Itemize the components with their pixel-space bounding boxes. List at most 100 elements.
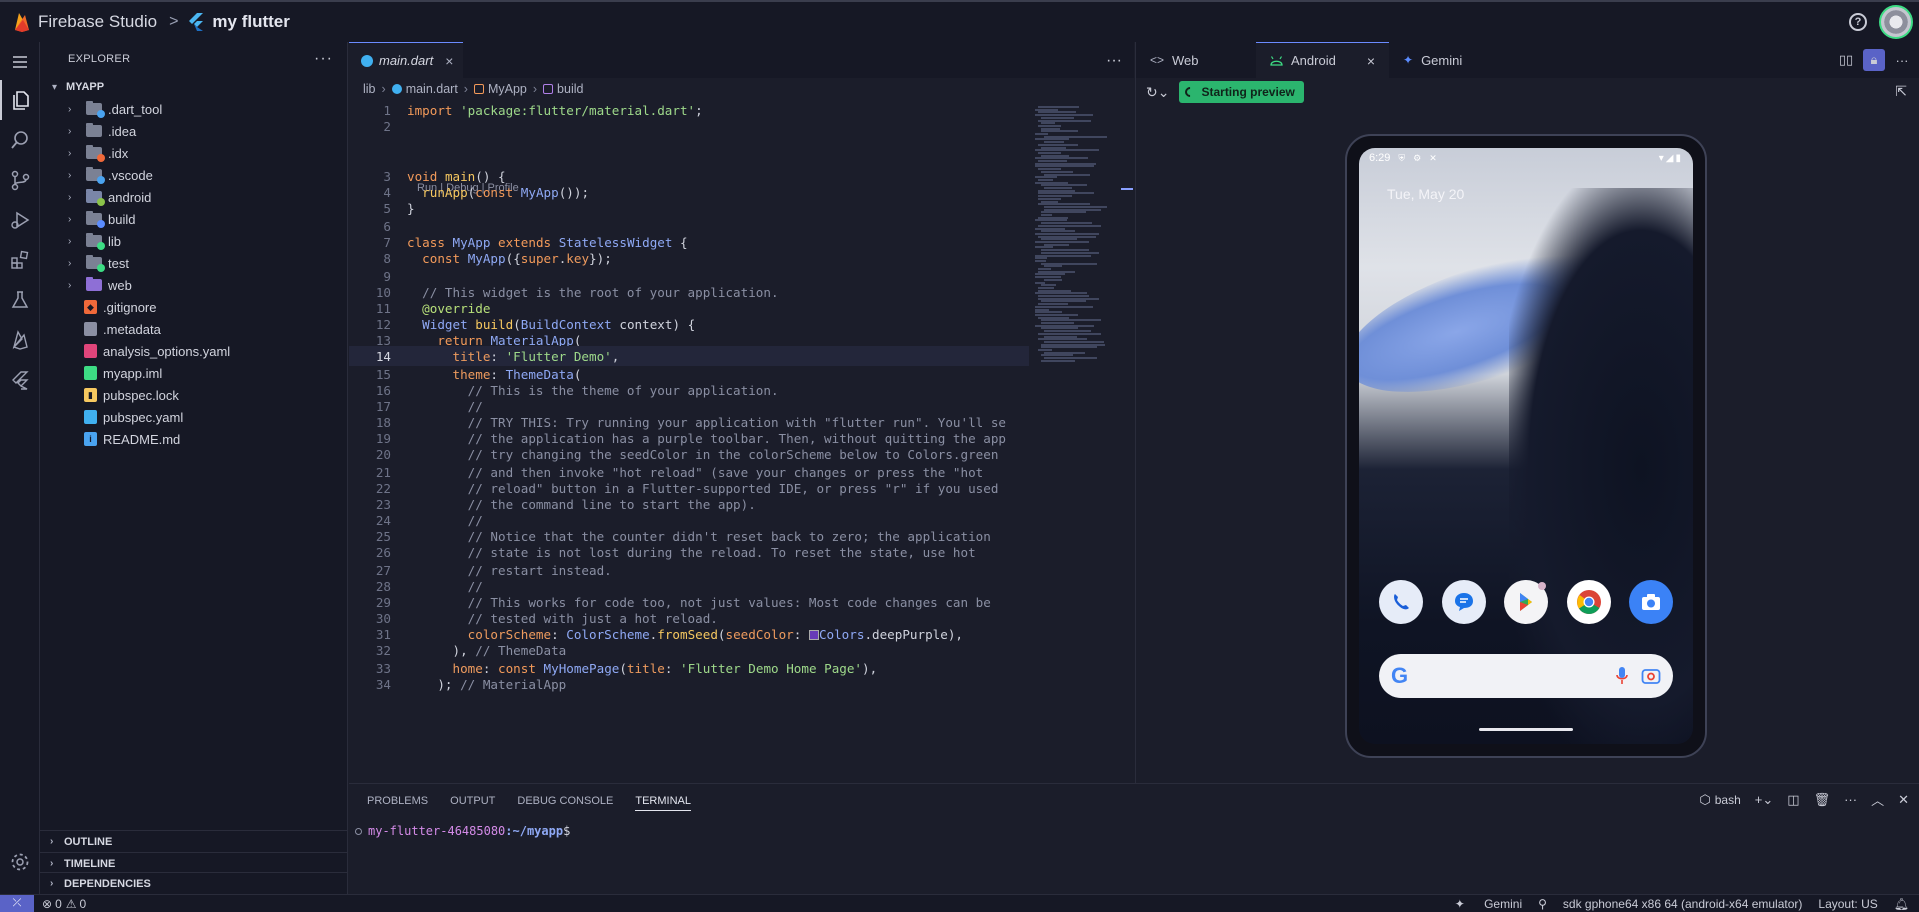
panel-more-icon[interactable]: ···: [1844, 792, 1857, 807]
gemini-sparkle-icon: ✦: [1454, 897, 1465, 911]
testing-flask-icon[interactable]: [0, 280, 40, 320]
chevron-right-icon: ›: [463, 82, 468, 96]
close-icon[interactable]: ×: [1367, 53, 1375, 69]
run-debug-icon[interactable]: [0, 200, 40, 240]
lock-icon[interactable]: 🔒︎: [1863, 49, 1885, 71]
tab-problems[interactable]: PROBLEMS: [367, 784, 428, 818]
flutter-icon[interactable]: [0, 360, 40, 400]
extensions-icon[interactable]: [0, 240, 40, 280]
tree-item-label: README.md: [103, 431, 181, 447]
tab-terminal[interactable]: TERMINAL: [635, 791, 691, 811]
folder-item[interactable]: › android: [40, 186, 347, 208]
search-icon[interactable]: [0, 120, 40, 160]
remote-indicator-icon[interactable]: ⤫: [0, 894, 34, 912]
google-search-bar[interactable]: G: [1379, 654, 1673, 698]
editor-more-icon[interactable]: ···: [1106, 52, 1122, 70]
code-line: 26 // state is not lost during the reloa…: [375, 544, 976, 560]
file-item[interactable]: ◆ .gitignore: [40, 296, 347, 318]
file-item[interactable]: ▮ pubspec.lock: [40, 384, 347, 406]
timeline-section[interactable]: › TIMELINE: [40, 852, 348, 874]
explorer-icon[interactable]: [0, 80, 40, 120]
file-item[interactable]: pubspec.yaml: [40, 406, 347, 428]
chevron-right-icon: ›: [68, 103, 72, 115]
split-view-icon[interactable]: ▯▯: [1835, 49, 1857, 71]
microphone-icon[interactable]: [1615, 666, 1629, 686]
firebase-icon[interactable]: [0, 320, 40, 360]
minimap-line: [1035, 254, 1091, 257]
folder-item[interactable]: › web: [40, 274, 347, 296]
terminal-prompt[interactable]: my-flutter-46485080:~/myapp$: [355, 824, 570, 838]
folder-item[interactable]: › build: [40, 208, 347, 230]
trash-icon[interactable]: 🗑︎: [1814, 792, 1831, 808]
minimap[interactable]: [1035, 100, 1125, 370]
minimap-line: [1041, 211, 1087, 214]
play-store-app-icon[interactable]: [1504, 580, 1548, 624]
split-terminal-icon[interactable]: ◫: [1787, 792, 1799, 808]
explorer-root[interactable]: ▾ MYAPP: [40, 76, 347, 98]
folder-badge-icon: [97, 220, 105, 228]
preview-more-icon[interactable]: ···: [1891, 49, 1913, 71]
google-lens-icon[interactable]: [1641, 667, 1661, 685]
notifications-bell-icon[interactable]: 🔔︎: [1894, 897, 1909, 911]
gemini-status[interactable]: ✦ Gemini: [1439, 897, 1522, 911]
project-name[interactable]: my flutter: [212, 12, 289, 32]
avatar[interactable]: [1879, 5, 1913, 39]
file-item[interactable]: .metadata: [40, 318, 347, 340]
settings-gear-icon[interactable]: [0, 842, 40, 882]
dependencies-section[interactable]: › DEPENDENCIES: [40, 872, 348, 894]
open-external-icon[interactable]: ⇱: [1895, 83, 1907, 100]
tab-gemini[interactable]: ✦ Gemini: [1389, 42, 1509, 78]
file-item[interactable]: i README.md: [40, 428, 347, 450]
breadcrumb-item[interactable]: MyApp: [488, 82, 527, 96]
source-control-icon[interactable]: [0, 160, 40, 200]
scroll-position-marker[interactable]: [1121, 188, 1133, 190]
tree-item-label: web: [108, 277, 132, 293]
folder-item[interactable]: › test: [40, 252, 347, 274]
file-icon: ◆: [84, 300, 97, 314]
help-icon[interactable]: ?: [1849, 13, 1867, 31]
folder-item[interactable]: › .dart_tool: [40, 98, 347, 120]
breadcrumb-item[interactable]: build: [557, 82, 583, 96]
tab-android[interactable]: Android ×: [1256, 42, 1389, 78]
messages-app-icon[interactable]: [1441, 580, 1486, 624]
folder-item[interactable]: › .idea: [40, 120, 347, 142]
breadcrumb-item[interactable]: lib: [363, 82, 376, 96]
folder-item[interactable]: › .idx: [40, 142, 347, 164]
minimap-line: [1041, 130, 1078, 133]
minimap-line: [1038, 151, 1061, 154]
phone-app-icon[interactable]: [1379, 580, 1423, 624]
code-area[interactable]: Run | Debug | Profile 1 import 'package:f…: [349, 100, 1029, 783]
ports-icon[interactable]: ⚲: [1538, 897, 1547, 911]
device-selector[interactable]: sdk gphone64 x86 64 (android-x64 emulato…: [1563, 897, 1802, 911]
close-icon[interactable]: ✕: [1898, 792, 1909, 808]
tab-main-dart[interactable]: main.dart ×: [349, 42, 464, 78]
brand[interactable]: Firebase Studio: [12, 11, 157, 33]
explorer-more-icon[interactable]: ···: [314, 50, 333, 68]
outline-section[interactable]: › OUTLINE: [40, 830, 348, 852]
menu-icon[interactable]: [0, 42, 40, 82]
tab-output[interactable]: OUTPUT: [450, 784, 495, 818]
close-icon[interactable]: ×: [445, 53, 453, 69]
camera-app-icon[interactable]: [1629, 580, 1673, 624]
breadcrumb-item[interactable]: main.dart: [406, 82, 458, 96]
folder-item[interactable]: › .vscode: [40, 164, 347, 186]
shell-name[interactable]: bash: [1715, 793, 1741, 807]
new-terminal-icon[interactable]: +⌄: [1755, 792, 1773, 808]
tree-item-label: android: [108, 189, 152, 205]
tab-debug-console[interactable]: DEBUG CONSOLE: [517, 784, 613, 818]
emulator-screen[interactable]: 6:29 ⛨⚙✕ ▾◢▮ Tue, May 20 G: [1359, 148, 1693, 744]
keyboard-layout[interactable]: Layout: US: [1818, 897, 1877, 911]
tree-item-label: .gitignore: [103, 299, 157, 315]
folder-item[interactable]: › lib: [40, 230, 347, 252]
file-item[interactable]: myapp.iml: [40, 362, 347, 384]
problems-count[interactable]: ⊗ 0 ⚠ 0: [42, 897, 86, 911]
tab-label: main.dart: [379, 53, 434, 68]
android-status-bar: 6:29 ⛨⚙✕ ▾◢▮: [1359, 148, 1693, 168]
gesture-nav-handle[interactable]: [1479, 728, 1573, 731]
reload-icon[interactable]: ↻⌄: [1146, 84, 1169, 101]
file-item[interactable]: analysis_options.yaml: [40, 340, 347, 362]
tab-web[interactable]: <> Web: [1136, 42, 1256, 78]
chevron-up-icon[interactable]: ︿: [1871, 790, 1884, 809]
chrome-app-icon[interactable]: [1566, 580, 1611, 624]
chevron-right-icon: ›: [68, 147, 72, 159]
